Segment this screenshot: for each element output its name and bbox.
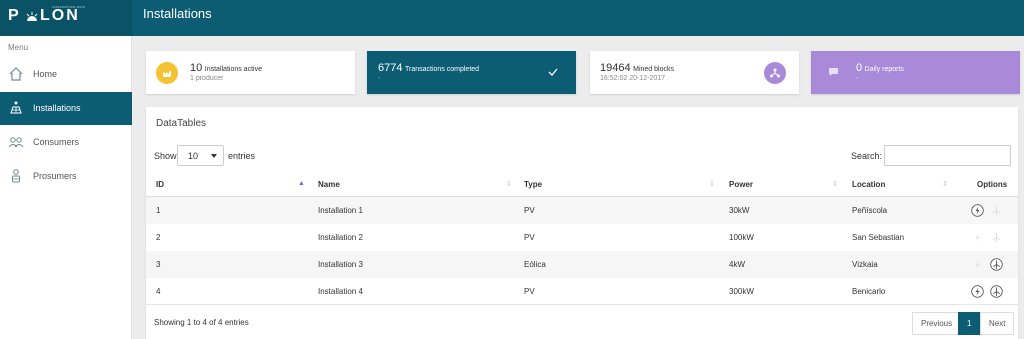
card-number: 0: [856, 62, 863, 74]
cell-name: Installation 3: [318, 260, 363, 269]
cell-type: PV: [524, 287, 535, 296]
cell-type: Eólica: [524, 260, 546, 269]
next-button[interactable]: Next: [980, 312, 1015, 335]
table-row: 2 Installation 2 PV 100kW San Sebastian: [146, 224, 1018, 251]
sidebar-item-consumers[interactable]: Consumers: [0, 126, 132, 159]
entries-label: entries: [228, 151, 256, 161]
table-row: 3 Installation 3 Eólica 4kW Vizkaia: [146, 251, 1018, 278]
search-label: Search:: [851, 151, 883, 161]
sidebar-item-label: Consumers: [33, 137, 80, 147]
footer-divider: [146, 304, 1018, 305]
brand-logo[interactable]: P LON CONSORTIUM DATA: [0, 0, 132, 36]
card-text: Installations active: [204, 66, 262, 73]
datatable-panel: DataTables Show 10 entries Search: ID ▲ …: [146, 107, 1018, 339]
cell-name: Installation 2: [318, 233, 363, 242]
logo-sun-icon: [26, 12, 38, 21]
sort-icon: ⇕: [832, 181, 838, 188]
cell-location: Benicarlo: [852, 287, 886, 296]
cell-id: 1: [156, 206, 161, 215]
cell-id: 3: [156, 260, 161, 269]
menu-label: Menu: [8, 43, 29, 52]
users-icon: [8, 137, 24, 148]
chat-icon: [829, 68, 838, 76]
cell-id: 2: [156, 233, 161, 242]
column-header-id[interactable]: ID: [156, 180, 164, 189]
card-subtext: -: [378, 75, 381, 82]
logo-word: LON: [40, 7, 80, 24]
column-header-name[interactable]: Name: [318, 180, 340, 189]
top-bar: P LON CONSORTIUM DATA Installations: [0, 0, 1024, 36]
column-header-options: Options: [977, 180, 1008, 189]
show-label: Show: [154, 151, 177, 161]
cell-location: San Sebastian: [852, 233, 905, 242]
network-icon: [764, 62, 786, 84]
wind-turbine-icon[interactable]: [990, 285, 1003, 298]
sort-icon: ⇕: [942, 181, 948, 188]
energy-bolt-icon[interactable]: [971, 231, 984, 244]
previous-button[interactable]: Previous: [912, 312, 962, 335]
prosumer-icon: [12, 169, 20, 183]
check-icon: [548, 68, 558, 76]
wind-turbine-icon[interactable]: [990, 204, 1003, 217]
energy-bolt-icon[interactable]: [971, 258, 984, 271]
cell-power: 300kW: [729, 287, 754, 296]
card-subtext: -: [856, 75, 859, 82]
table-info: Showing 1 to 4 of 4 entries: [154, 318, 249, 327]
search-input[interactable]: [884, 145, 1011, 166]
sidebar: Menu Home Installations Consumers Prosum…: [0, 36, 132, 339]
solar-panel-icon: [10, 101, 22, 114]
stat-card-reports: 0 Daily reports -: [811, 51, 1020, 94]
page-size-select[interactable]: 10: [177, 145, 224, 166]
table-row: 4 Installation 4 PV 300kW Benicarlo: [146, 278, 1018, 305]
card-text: Transactions completed: [405, 66, 480, 73]
sort-asc-icon: ▲: [298, 180, 305, 187]
sidebar-item-label: Prosumers: [33, 171, 77, 181]
card-subtext: 16:52:02 20-12-2017: [600, 75, 665, 82]
column-header-power[interactable]: Power: [729, 180, 753, 189]
sidebar-item-label: Installations: [33, 103, 81, 113]
sidebar-item-prosumers[interactable]: Prosumers: [0, 160, 132, 193]
cell-type: PV: [524, 233, 535, 242]
energy-bolt-icon[interactable]: [971, 285, 984, 298]
cell-type: PV: [524, 206, 535, 215]
column-header-location[interactable]: Location: [852, 180, 885, 189]
page-title: Installations: [143, 6, 212, 21]
cell-power: 100kW: [729, 233, 754, 242]
wind-turbine-icon[interactable]: [990, 258, 1003, 271]
sort-icon: ⇕: [506, 181, 512, 188]
cell-power: 30kW: [729, 206, 750, 215]
card-number: 19464: [600, 62, 631, 74]
home-icon: [9, 67, 23, 81]
cell-name: Installation 1: [318, 206, 363, 215]
card-number: 6774: [378, 62, 403, 74]
cell-location: Vizkaia: [852, 260, 878, 269]
table-row: 1 Installation 1 PV 30kW Peñíscola: [146, 197, 1018, 224]
column-header-type[interactable]: Type: [524, 180, 542, 189]
cell-name: Installation 4: [318, 287, 363, 296]
factory-icon: [156, 62, 178, 84]
logo-tagline: CONSORTIUM DATA: [52, 5, 86, 9]
cell-power: 4kW: [729, 260, 745, 269]
card-text: Daily reports: [864, 66, 904, 73]
stat-card-installations: 10 Installations active 1 producer: [146, 51, 355, 94]
cell-id: 4: [156, 287, 161, 296]
stat-card-transactions: 6774 Transactions completed -: [367, 51, 576, 94]
cell-location: Peñíscola: [852, 206, 888, 215]
logo-letter: P: [8, 7, 20, 24]
page-size-value: 10: [188, 151, 199, 161]
wind-turbine-icon[interactable]: [990, 231, 1003, 244]
sidebar-item-home[interactable]: Home: [0, 58, 132, 91]
card-text: Mined blocks: [633, 66, 674, 73]
card-subtext: 1 producer: [190, 75, 224, 82]
stat-card-blocks: 19464 Mined blocks 16:52:02 20-12-2017: [590, 51, 799, 94]
panel-title: DataTables: [156, 118, 207, 129]
sort-icon: ⇕: [709, 181, 715, 188]
card-number: 10: [190, 62, 203, 74]
sidebar-item-label: Home: [33, 69, 58, 79]
chevron-down-icon: [211, 154, 217, 158]
page-1-button[interactable]: 1: [958, 312, 981, 335]
sidebar-item-installations[interactable]: Installations: [0, 92, 132, 125]
energy-bolt-icon[interactable]: [971, 204, 984, 217]
